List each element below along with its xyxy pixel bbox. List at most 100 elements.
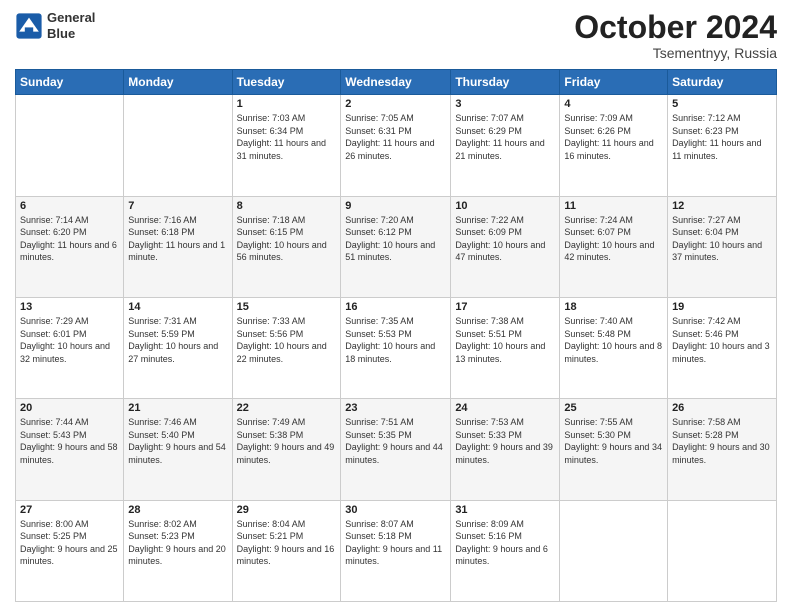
logo-line2: Blue: [47, 26, 95, 42]
day-cell: 19 Sunrise: 7:42 AM Sunset: 5:46 PM Dayli…: [668, 297, 777, 398]
day-cell: 1 Sunrise: 7:03 AM Sunset: 6:34 PM Daylig…: [232, 95, 341, 196]
day-info: Sunrise: 7:35 AM Sunset: 5:53 PM Dayligh…: [345, 315, 446, 365]
day-info: Sunrise: 7:22 AM Sunset: 6:09 PM Dayligh…: [455, 214, 555, 264]
day-number: 12: [672, 200, 772, 212]
location: Tsementnyy, Russia: [574, 45, 777, 61]
day-cell: 9 Sunrise: 7:20 AM Sunset: 6:12 PM Daylig…: [341, 196, 451, 297]
logo-line1: General: [47, 10, 95, 26]
day-cell: 29 Sunrise: 8:04 AM Sunset: 5:21 PM Dayli…: [232, 500, 341, 601]
day-cell: 14 Sunrise: 7:31 AM Sunset: 5:59 PM Dayli…: [124, 297, 232, 398]
day-number: 13: [20, 301, 119, 313]
day-cell: 18 Sunrise: 7:40 AM Sunset: 5:48 PM Dayli…: [560, 297, 668, 398]
day-number: 30: [345, 504, 446, 516]
day-number: 10: [455, 200, 555, 212]
day-number: 23: [345, 402, 446, 414]
logo: General Blue: [15, 10, 95, 41]
header: General Blue October 2024 Tsementnyy, Ru…: [15, 10, 777, 61]
day-cell: 5 Sunrise: 7:12 AM Sunset: 6:23 PM Daylig…: [668, 95, 777, 196]
day-number: 17: [455, 301, 555, 313]
day-number: 31: [455, 504, 555, 516]
day-number: 1: [237, 98, 337, 110]
day-info: Sunrise: 7:33 AM Sunset: 5:56 PM Dayligh…: [237, 315, 337, 365]
day-info: Sunrise: 7:44 AM Sunset: 5:43 PM Dayligh…: [20, 416, 119, 466]
day-info: Sunrise: 8:04 AM Sunset: 5:21 PM Dayligh…: [237, 518, 337, 568]
day-info: Sunrise: 7:58 AM Sunset: 5:28 PM Dayligh…: [672, 416, 772, 466]
day-number: 7: [128, 200, 227, 212]
day-number: 29: [237, 504, 337, 516]
day-number: 11: [564, 200, 663, 212]
day-info: Sunrise: 8:07 AM Sunset: 5:18 PM Dayligh…: [345, 518, 446, 568]
day-cell: 25Sunrise: 7:55 AM Sunset: 5:30 PM Dayli…: [560, 399, 668, 500]
title-block: October 2024 Tsementnyy, Russia: [574, 10, 777, 61]
day-info: Sunrise: 7:42 AM Sunset: 5:46 PM Dayligh…: [672, 315, 772, 365]
day-cell: 17Sunrise: 7:38 AM Sunset: 5:51 PM Dayli…: [451, 297, 560, 398]
day-number: 27: [20, 504, 119, 516]
weekday-tuesday: Tuesday: [232, 70, 341, 95]
day-cell: 26 Sunrise: 7:58 AM Sunset: 5:28 PM Dayli…: [668, 399, 777, 500]
week-row-2: 6 Sunrise: 7:14 AM Sunset: 6:20 PM Daylig…: [16, 196, 777, 297]
day-number: 14: [128, 301, 227, 313]
day-number: 18: [564, 301, 663, 313]
day-info: Sunrise: 7:07 AM Sunset: 6:29 PM Dayligh…: [455, 112, 555, 162]
day-number: 20: [20, 402, 119, 414]
day-cell: [560, 500, 668, 601]
page: General Blue October 2024 Tsementnyy, Ru…: [0, 0, 792, 612]
day-number: 19: [672, 301, 772, 313]
calendar: SundayMondayTuesdayWednesdayThursdayFrid…: [15, 69, 777, 602]
month-title: October 2024: [574, 10, 777, 45]
day-info: Sunrise: 7:16 AM Sunset: 6:18 PM Dayligh…: [128, 214, 227, 264]
weekday-saturday: Saturday: [668, 70, 777, 95]
day-cell: 2Sunrise: 7:05 AM Sunset: 6:31 PM Daylig…: [341, 95, 451, 196]
day-info: Sunrise: 8:00 AM Sunset: 5:25 PM Dayligh…: [20, 518, 119, 568]
day-cell: 16 Sunrise: 7:35 AM Sunset: 5:53 PM Dayli…: [341, 297, 451, 398]
day-cell: 13Sunrise: 7:29 AM Sunset: 6:01 PM Dayli…: [16, 297, 124, 398]
day-info: Sunrise: 7:27 AM Sunset: 6:04 PM Dayligh…: [672, 214, 772, 264]
day-cell: 12 Sunrise: 7:27 AM Sunset: 6:04 PM Dayli…: [668, 196, 777, 297]
weekday-friday: Friday: [560, 70, 668, 95]
weekday-thursday: Thursday: [451, 70, 560, 95]
day-cell: 15 Sunrise: 7:33 AM Sunset: 5:56 PM Dayli…: [232, 297, 341, 398]
week-row-4: 20 Sunrise: 7:44 AM Sunset: 5:43 PM Dayli…: [16, 399, 777, 500]
day-cell: 10 Sunrise: 7:22 AM Sunset: 6:09 PM Dayli…: [451, 196, 560, 297]
logo-text: General Blue: [47, 10, 95, 41]
day-info: Sunrise: 7:03 AM Sunset: 6:34 PM Dayligh…: [237, 112, 337, 162]
day-number: 28: [128, 504, 227, 516]
day-cell: 4 Sunrise: 7:09 AM Sunset: 6:26 PM Daylig…: [560, 95, 668, 196]
day-number: 4: [564, 98, 663, 110]
day-cell: [668, 500, 777, 601]
day-number: 15: [237, 301, 337, 313]
day-number: 5: [672, 98, 772, 110]
day-info: Sunrise: 7:12 AM Sunset: 6:23 PM Dayligh…: [672, 112, 772, 162]
day-info: Sunrise: 7:53 AM Sunset: 5:33 PM Dayligh…: [455, 416, 555, 466]
day-info: Sunrise: 7:55 AM Sunset: 5:30 PM Dayligh…: [564, 416, 663, 466]
day-cell: 11Sunrise: 7:24 AM Sunset: 6:07 PM Dayli…: [560, 196, 668, 297]
day-info: Sunrise: 8:09 AM Sunset: 5:16 PM Dayligh…: [455, 518, 555, 568]
day-cell: 7 Sunrise: 7:16 AM Sunset: 6:18 PM Daylig…: [124, 196, 232, 297]
day-info: Sunrise: 7:40 AM Sunset: 5:48 PM Dayligh…: [564, 315, 663, 365]
day-info: Sunrise: 7:14 AM Sunset: 6:20 PM Dayligh…: [20, 214, 119, 264]
day-cell: [16, 95, 124, 196]
day-info: Sunrise: 7:49 AM Sunset: 5:38 PM Dayligh…: [237, 416, 337, 466]
day-number: 9: [345, 200, 446, 212]
day-info: Sunrise: 7:31 AM Sunset: 5:59 PM Dayligh…: [128, 315, 227, 365]
day-number: 8: [237, 200, 337, 212]
day-cell: 27 Sunrise: 8:00 AM Sunset: 5:25 PM Dayli…: [16, 500, 124, 601]
day-number: 16: [345, 301, 446, 313]
day-cell: [124, 95, 232, 196]
day-number: 24: [455, 402, 555, 414]
day-number: 21: [128, 402, 227, 414]
weekday-wednesday: Wednesday: [341, 70, 451, 95]
day-cell: 3Sunrise: 7:07 AM Sunset: 6:29 PM Daylig…: [451, 95, 560, 196]
logo-icon: [15, 12, 43, 40]
weekday-sunday: Sunday: [16, 70, 124, 95]
day-info: Sunrise: 7:46 AM Sunset: 5:40 PM Dayligh…: [128, 416, 227, 466]
day-cell: 21 Sunrise: 7:46 AM Sunset: 5:40 PM Dayli…: [124, 399, 232, 500]
day-cell: 22Sunrise: 7:49 AM Sunset: 5:38 PM Dayli…: [232, 399, 341, 500]
day-cell: 30 Sunrise: 8:07 AM Sunset: 5:18 PM Dayli…: [341, 500, 451, 601]
day-number: 6: [20, 200, 119, 212]
day-number: 26: [672, 402, 772, 414]
day-info: Sunrise: 7:20 AM Sunset: 6:12 PM Dayligh…: [345, 214, 446, 264]
day-number: 2: [345, 98, 446, 110]
day-cell: 24 Sunrise: 7:53 AM Sunset: 5:33 PM Dayli…: [451, 399, 560, 500]
day-info: Sunrise: 7:09 AM Sunset: 6:26 PM Dayligh…: [564, 112, 663, 162]
